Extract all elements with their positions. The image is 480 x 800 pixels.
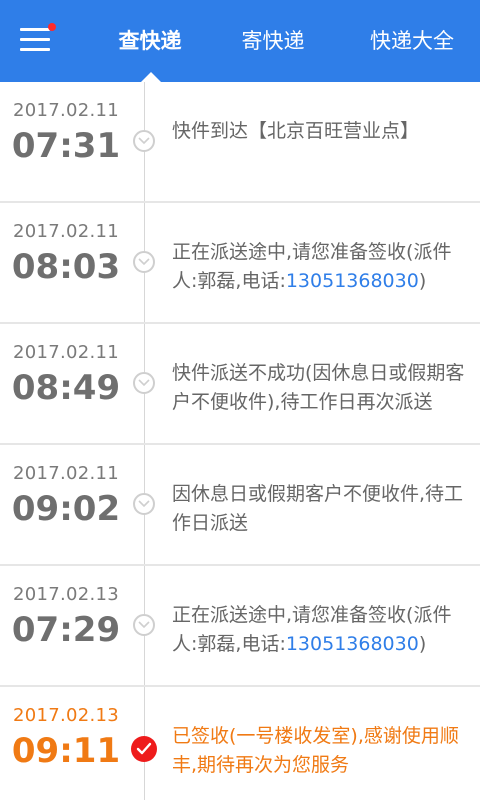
timeline-row: 2017.02.11 08:03 正在派送途中,请您准备签收(派件人:郭磊,电话… [0, 203, 480, 324]
notification-dot-icon [48, 23, 56, 31]
menu-button[interactable] [14, 22, 58, 62]
event-message-text: ) [418, 270, 427, 292]
event-time: 08:49 [11, 368, 121, 408]
chevron-down-icon [133, 130, 155, 152]
tab-send-express[interactable]: 寄快递 [236, 26, 310, 56]
event-message-text: ) [418, 633, 427, 655]
check-circle-icon [131, 736, 157, 762]
event-message: 快件到达【北京百旺营业点】 [172, 120, 420, 142]
hamburger-menu-icon-bar [20, 38, 50, 41]
tab-express-directory[interactable]: 快递大全 [362, 26, 462, 56]
event-time: 07:29 [11, 610, 121, 650]
event-message: 正在派送途中,请您准备签收(派件人:郭磊,电话:13051368030) [172, 601, 468, 659]
chevron-down-icon [133, 372, 155, 394]
courier-phone-link[interactable]: 13051368030 [286, 270, 419, 292]
top-bar: 查快递 寄快递 快递大全 [0, 0, 480, 82]
timeline-row-delivered: 2017.02.13 09:11 已签收(一号楼收发室),感谢使用顺丰,期待再次… [0, 687, 480, 800]
chevron-down-icon [133, 251, 155, 273]
event-date: 2017.02.11 [12, 463, 120, 484]
timeline-row: 2017.02.13 07:29 正在派送途中,请您准备签收(派件人:郭磊,电话… [0, 566, 480, 687]
timeline-row: 2017.02.11 09:02 因休息日或假期客户不便收件,待工作日派送 [0, 445, 480, 566]
event-time: 08:03 [11, 247, 121, 287]
event-message: 正在派送途中,请您准备签收(派件人:郭磊,电话:13051368030) [172, 238, 468, 296]
event-date: 2017.02.11 [12, 221, 120, 242]
event-message: 快件派送不成功(因休息日或假期客户不便收件),待工作日再次派送 [172, 362, 465, 413]
timeline-row: 2017.02.11 08:49 快件派送不成功(因休息日或假期客户不便收件),… [0, 324, 480, 445]
event-date: 2017.02.13 [12, 584, 120, 605]
event-date: 2017.02.13 [12, 705, 120, 726]
courier-phone-link[interactable]: 13051368030 [286, 633, 419, 655]
tracking-timeline[interactable]: 2017.02.11 07:31 快件到达【北京百旺营业点】 2017.02.1… [0, 82, 480, 800]
event-date: 2017.02.11 [12, 342, 120, 363]
event-message: 因休息日或假期客户不便收件,待工作日派送 [172, 483, 464, 534]
event-date: 2017.02.11 [12, 100, 120, 121]
chevron-down-icon [133, 493, 155, 515]
tab-track-express[interactable]: 查快递 [110, 26, 190, 56]
event-message: 已签收(一号楼收发室),感谢使用顺丰,期待再次为您服务 [172, 725, 459, 776]
hamburger-menu-icon [20, 28, 50, 31]
event-time: 09:11 [11, 731, 121, 771]
event-time: 07:31 [11, 126, 121, 166]
event-time: 09:02 [11, 489, 121, 529]
active-tab-pointer [141, 72, 161, 82]
hamburger-menu-icon-bar [20, 48, 50, 51]
chevron-down-icon [133, 614, 155, 636]
timeline-row: 2017.02.11 07:31 快件到达【北京百旺营业点】 [0, 82, 480, 203]
